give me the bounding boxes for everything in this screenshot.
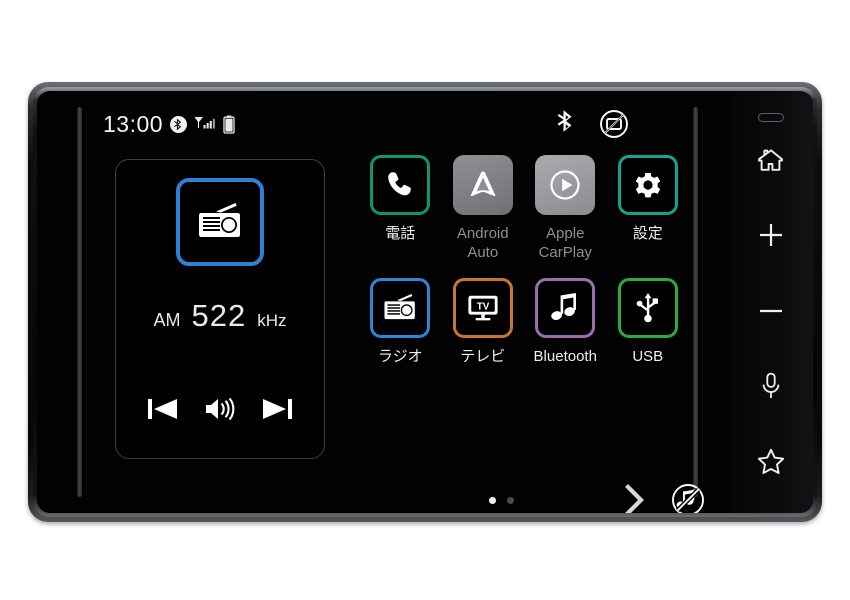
home-key[interactable] xyxy=(729,122,813,197)
app-radio[interactable]: ラジオ xyxy=(359,278,442,366)
star-icon xyxy=(757,448,785,474)
minus-icon xyxy=(760,309,782,312)
app-android-auto[interactable]: Android Auto xyxy=(442,155,525,262)
mute-music-icon xyxy=(672,484,704,513)
app-tile-phone[interactable] xyxy=(370,155,431,215)
phone-icon xyxy=(388,172,412,196)
chevron-right-icon xyxy=(625,484,644,513)
app-phone[interactable]: 電話 xyxy=(359,155,442,262)
app-label-android-auto: Android Auto xyxy=(456,225,509,261)
skip-next-icon xyxy=(263,399,292,419)
frequency-display: AM 522 kHz xyxy=(116,298,324,334)
radio-now-playing-panel[interactable]: AM 522 kHz xyxy=(115,159,325,459)
next-page-button[interactable] xyxy=(623,483,647,513)
status-bar-right xyxy=(555,109,629,139)
radio-icon xyxy=(199,203,240,237)
volume-down-key[interactable] xyxy=(729,273,813,348)
home-icon xyxy=(758,149,783,171)
voice-key[interactable] xyxy=(729,348,813,423)
mute-button[interactable] xyxy=(671,483,705,513)
skip-previous-icon xyxy=(148,399,177,419)
page-dot-2[interactable] xyxy=(507,497,514,504)
app-tv[interactable]: TV テレビ xyxy=(442,278,525,366)
radio-source-tile[interactable] xyxy=(176,178,264,266)
plus-icon xyxy=(760,224,782,247)
screen-left-strip xyxy=(77,107,82,497)
bottom-bar xyxy=(359,473,704,513)
svg-text:TV: TV xyxy=(476,301,489,312)
tv-icon: TV xyxy=(468,295,498,321)
app-apple-carplay[interactable]: Apple CarPlay xyxy=(524,155,607,262)
hardware-key-column xyxy=(729,91,813,513)
app-label-apple-carplay: Apple CarPlay xyxy=(538,225,592,261)
app-usb[interactable]: USB xyxy=(607,278,690,366)
bluetooth-icon xyxy=(557,110,572,132)
screen-right-strip xyxy=(693,107,698,497)
android-auto-icon xyxy=(470,171,496,197)
radio-icon xyxy=(384,293,416,320)
signal-icon xyxy=(194,117,215,129)
display-off-icon xyxy=(600,110,628,138)
app-grid: 電話 Android Auto Apple CarPlay 設定 ラジオ TV … xyxy=(359,155,689,366)
gear-icon xyxy=(635,173,660,198)
volume-button[interactable] xyxy=(204,396,236,422)
speaker-volume-icon xyxy=(206,397,235,421)
device-glass: 13:00 AM 522 kHz 電話 Android Auto Apple C… xyxy=(37,91,813,513)
app-label-phone: 電話 xyxy=(385,225,416,242)
music-note-icon xyxy=(551,293,577,321)
page-dot-1[interactable] xyxy=(489,497,496,504)
favorite-key[interactable] xyxy=(729,424,813,499)
usb-icon xyxy=(636,293,658,323)
app-tile-settings[interactable] xyxy=(617,155,678,215)
volume-up-key[interactable] xyxy=(729,197,813,272)
status-bar: 13:00 xyxy=(37,109,729,141)
radio-band: AM xyxy=(153,310,181,330)
battery-icon xyxy=(223,115,235,134)
radio-frequency: 522 xyxy=(191,298,247,333)
next-track-button[interactable] xyxy=(260,396,294,422)
app-settings[interactable]: 設定 xyxy=(607,155,690,262)
app-bluetooth-audio[interactable]: Bluetooth xyxy=(524,278,607,366)
app-tile-apple-carplay[interactable] xyxy=(535,155,596,215)
bluetooth-icon xyxy=(170,115,188,133)
touchscreen[interactable]: 13:00 AM 522 kHz 電話 Android Auto Apple C… xyxy=(37,91,729,513)
app-label-tv: テレビ xyxy=(460,348,506,365)
apple-carplay-icon xyxy=(550,170,580,200)
page-indicator xyxy=(489,497,514,504)
microphone-icon xyxy=(762,372,780,398)
clock: 13:00 xyxy=(103,111,164,137)
app-label-usb: USB xyxy=(632,348,664,365)
device-bezel: 13:00 AM 522 kHz 電話 Android Auto Apple C… xyxy=(33,87,817,517)
app-label-radio: ラジオ xyxy=(377,348,423,365)
ir-sensor-icon xyxy=(758,113,784,122)
app-tile-usb[interactable] xyxy=(617,278,678,338)
head-unit-device: 13:00 AM 522 kHz 電話 Android Auto Apple C… xyxy=(28,82,822,522)
app-tile-radio[interactable] xyxy=(370,278,431,338)
radio-unit: kHz xyxy=(257,311,287,330)
previous-track-button[interactable] xyxy=(146,396,180,422)
app-tile-tv[interactable]: TV xyxy=(452,278,513,338)
app-tile-bluetooth-audio[interactable] xyxy=(535,278,596,338)
app-label-settings: 設定 xyxy=(632,225,663,242)
transport-controls xyxy=(116,396,324,422)
app-label-bluetooth-audio: Bluetooth xyxy=(533,348,597,365)
status-bar-left: 13:00 xyxy=(103,111,235,137)
app-tile-android-auto[interactable] xyxy=(452,155,513,215)
